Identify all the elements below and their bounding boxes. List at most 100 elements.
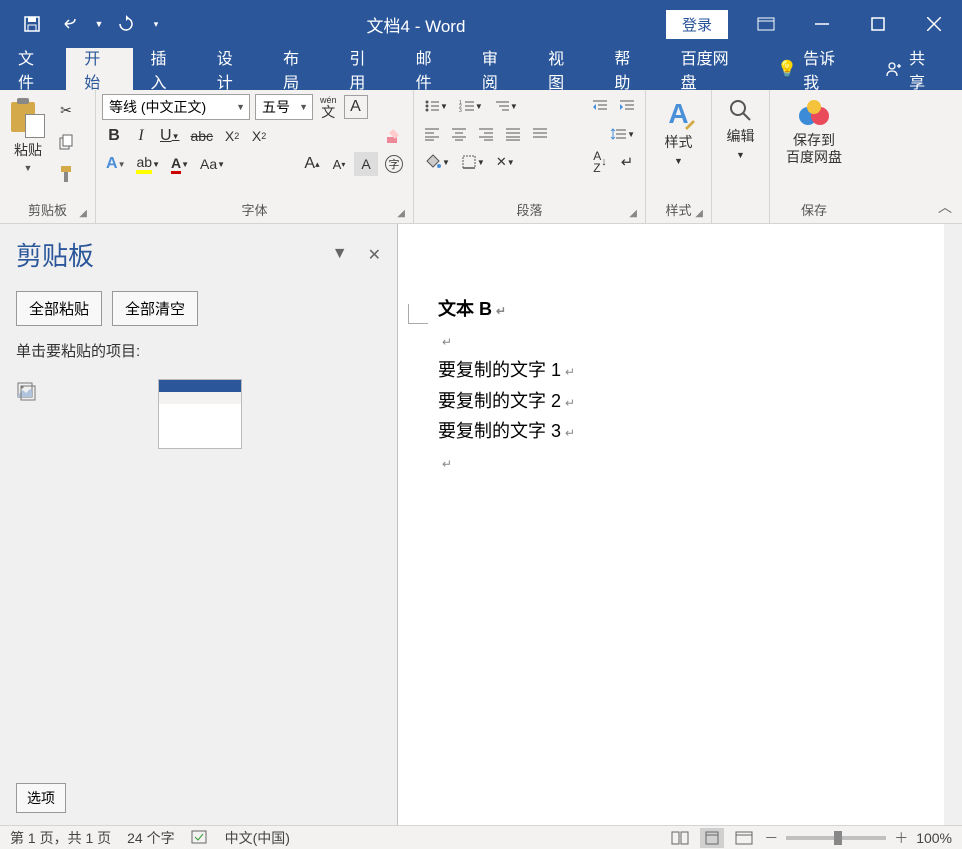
- zoom-slider[interactable]: [786, 836, 886, 840]
- tab-view[interactable]: 视图: [530, 48, 596, 90]
- styles-button[interactable]: A 样式▼: [652, 94, 705, 172]
- italic-icon[interactable]: I: [129, 124, 153, 148]
- web-layout-icon[interactable]: [732, 828, 756, 848]
- align-distributed-icon[interactable]: [528, 122, 552, 146]
- close-icon[interactable]: [906, 0, 962, 48]
- align-left-icon[interactable]: [420, 122, 444, 146]
- character-border-icon[interactable]: A: [344, 95, 368, 119]
- tell-me-search[interactable]: 💡 告诉我: [759, 48, 865, 90]
- multilevel-list-icon[interactable]: ▼: [490, 94, 522, 118]
- strikethrough-icon[interactable]: abc: [186, 124, 217, 148]
- zoom-in-icon[interactable]: ＋: [894, 828, 908, 848]
- text-effects-icon[interactable]: A ▼: [102, 152, 129, 176]
- font-launcher-icon[interactable]: ◢: [397, 208, 405, 219]
- doc-line-1[interactable]: 要复制的文字 1: [438, 360, 561, 380]
- page-info-label[interactable]: 第 1 页，共 1 页: [10, 828, 111, 848]
- increase-indent-icon[interactable]: [615, 94, 639, 118]
- tab-layout[interactable]: 布局: [265, 48, 331, 90]
- save-icon[interactable]: [12, 4, 52, 44]
- group-label-clipboard: 剪贴板◢: [6, 198, 89, 223]
- tab-home[interactable]: 开始: [66, 48, 132, 90]
- bullets-icon[interactable]: ▼: [420, 94, 452, 118]
- language-label[interactable]: 中文(中国): [225, 828, 290, 848]
- shading-icon[interactable]: ▼: [420, 150, 454, 174]
- zoom-level-label[interactable]: 100%: [916, 830, 952, 846]
- superscript-icon[interactable]: X2: [247, 124, 271, 148]
- ribbon-group-paragraph: ▼ 123 ▼ ▼ ▼ ▼ ▼ ✕ ▼ AZ: [414, 90, 646, 223]
- ribbon-display-icon[interactable]: [738, 0, 794, 48]
- tab-help[interactable]: 帮助: [596, 48, 662, 90]
- format-painter-icon[interactable]: [54, 162, 78, 186]
- maximize-icon[interactable]: [850, 0, 906, 48]
- paragraph-launcher-icon[interactable]: ◢: [629, 208, 637, 219]
- word-count-label[interactable]: 24 个字: [127, 828, 174, 848]
- enclose-characters-icon[interactable]: 字: [381, 152, 407, 176]
- underline-icon[interactable]: U ▼: [156, 124, 183, 148]
- margin-corner-icon: [408, 304, 428, 324]
- align-center-icon[interactable]: [447, 122, 471, 146]
- font-size-select[interactable]: 五号▼: [255, 94, 313, 120]
- minimize-icon[interactable]: [794, 0, 850, 48]
- align-right-icon[interactable]: [474, 122, 498, 146]
- print-layout-icon[interactable]: [700, 828, 724, 848]
- undo-icon[interactable]: [52, 4, 92, 44]
- vertical-scrollbar[interactable]: [944, 224, 962, 825]
- styles-launcher-icon[interactable]: ◢: [695, 208, 703, 219]
- character-shading-icon[interactable]: A: [354, 152, 378, 176]
- pane-close-icon[interactable]: ✕: [368, 245, 381, 265]
- cut-icon[interactable]: ✂: [54, 98, 78, 122]
- tab-review[interactable]: 审阅: [464, 48, 530, 90]
- tab-baidu-disk[interactable]: 百度网盘: [663, 48, 760, 90]
- doc-line-3[interactable]: 要复制的文字 3: [438, 421, 561, 441]
- numbering-icon[interactable]: 123 ▼: [455, 94, 487, 118]
- change-case-icon[interactable]: Aa ▼: [196, 152, 229, 176]
- document-area[interactable]: 文本 B↵ ↵ 要复制的文字 1↵ 要复制的文字 2↵ 要复制的文字 3↵ ↵: [398, 224, 962, 825]
- subscript-icon[interactable]: X2: [220, 124, 244, 148]
- clipboard-launcher-icon[interactable]: ◢: [79, 208, 87, 219]
- qat-customize-icon[interactable]: ▾: [146, 4, 166, 44]
- tab-design[interactable]: 设计: [199, 48, 265, 90]
- tab-references[interactable]: 引用: [331, 48, 397, 90]
- phonetic-guide-icon[interactable]: wén文: [316, 95, 341, 119]
- clipboard-hint-label: 单击要粘贴的项目:: [16, 340, 381, 361]
- document-content[interactable]: 文本 B↵ ↵ 要复制的文字 1↵ 要复制的文字 2↵ 要复制的文字 3↵ ↵: [438, 294, 962, 478]
- editing-button[interactable]: 编辑▼: [718, 94, 763, 166]
- workspace: 剪贴板 ▼ ✕ 全部粘贴 全部清空 单击要粘贴的项目: 选项 文本 B↵ ↵ 要…: [0, 224, 962, 825]
- decrease-indent-icon[interactable]: [588, 94, 612, 118]
- line-spacing-icon[interactable]: ▼: [607, 122, 639, 146]
- copy-icon[interactable]: [54, 130, 78, 154]
- collapse-ribbon-icon[interactable]: ︿: [938, 197, 952, 217]
- tab-file[interactable]: 文件: [0, 48, 66, 90]
- tab-insert[interactable]: 插入: [133, 48, 199, 90]
- spellcheck-icon[interactable]: [191, 830, 209, 846]
- read-mode-icon[interactable]: [668, 828, 692, 848]
- share-button[interactable]: 共享: [865, 48, 962, 90]
- clear-formatting-icon[interactable]: [381, 124, 407, 148]
- sort-icon[interactable]: AZ↓: [588, 150, 612, 174]
- doc-heading[interactable]: 文本 B: [438, 299, 492, 319]
- paste-button[interactable]: 粘贴 ▼: [6, 94, 50, 177]
- document-title: 文档4 - Word: [166, 12, 666, 37]
- bold-icon[interactable]: B: [102, 124, 126, 148]
- redo-icon[interactable]: [106, 4, 146, 44]
- asian-layout-icon[interactable]: ✕ ▼: [492, 150, 519, 174]
- shrink-font-icon[interactable]: A▾: [327, 152, 351, 176]
- show-marks-icon[interactable]: ↵: [615, 150, 639, 174]
- clear-all-button[interactable]: 全部清空: [112, 291, 198, 326]
- align-justify-icon[interactable]: [501, 122, 525, 146]
- login-button[interactable]: 登录: [666, 10, 728, 39]
- doc-line-2[interactable]: 要复制的文字 2: [438, 391, 561, 411]
- font-color-icon[interactable]: A ▼: [167, 152, 193, 176]
- tab-mailings[interactable]: 邮件: [398, 48, 464, 90]
- pane-dropdown-icon[interactable]: ▼: [332, 245, 348, 265]
- save-to-baidu-button[interactable]: 保存到百度网盘: [776, 94, 852, 170]
- clipboard-item[interactable]: [16, 379, 381, 449]
- undo-dropdown-icon[interactable]: ▼: [92, 4, 106, 44]
- highlight-icon[interactable]: ab ▼: [132, 152, 164, 176]
- paste-all-button[interactable]: 全部粘贴: [16, 291, 102, 326]
- font-family-select[interactable]: 等线 (中文正文)▼: [102, 94, 250, 120]
- borders-icon[interactable]: ▼: [457, 150, 489, 174]
- paragraph-mark-icon: ↵: [442, 335, 452, 349]
- zoom-out-icon[interactable]: －: [764, 828, 778, 848]
- grow-font-icon[interactable]: A▴: [300, 152, 324, 176]
